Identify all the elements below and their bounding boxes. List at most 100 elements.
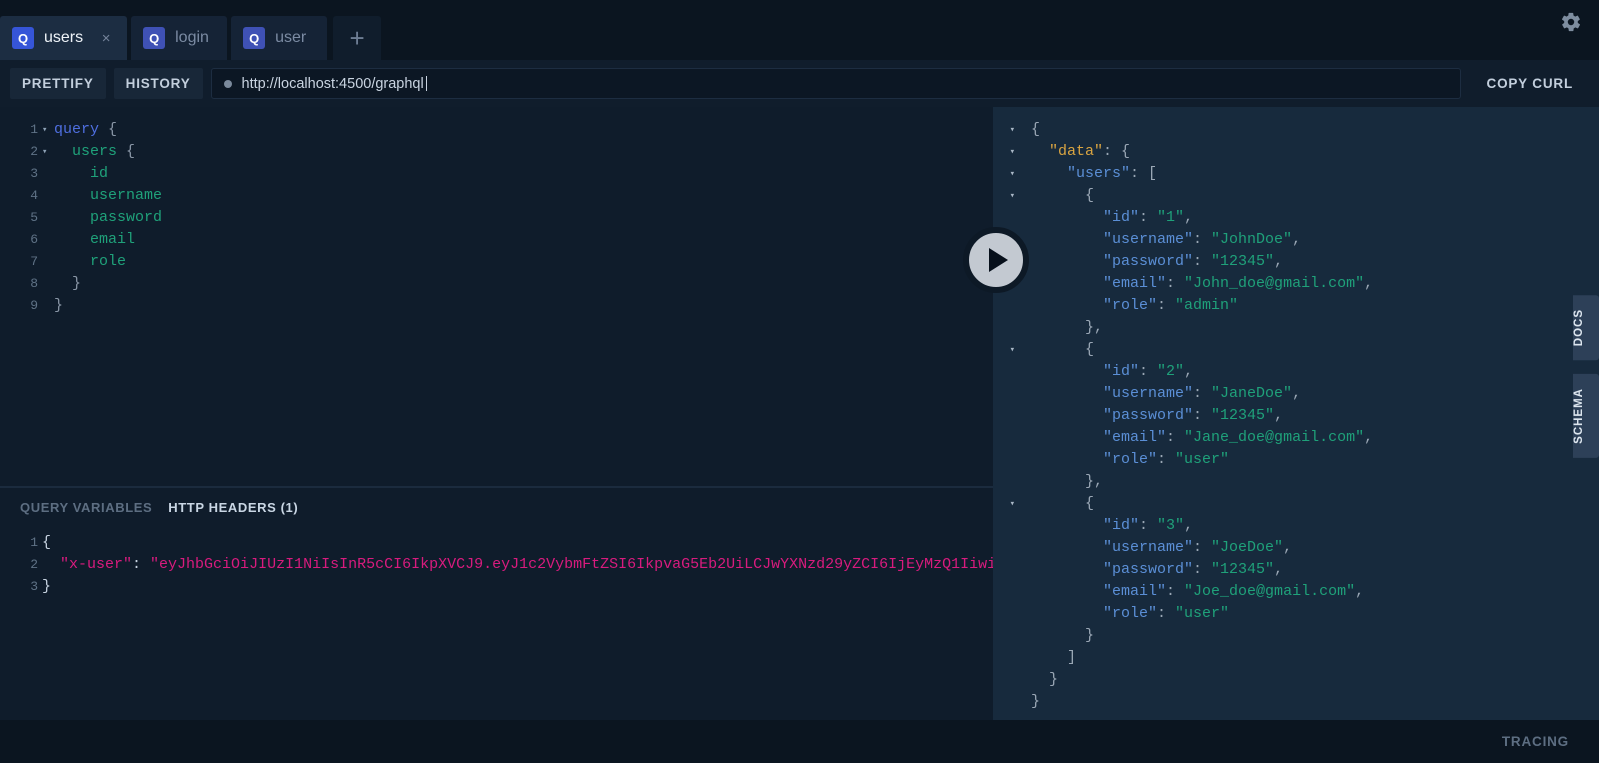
tracing-button[interactable]: TRACING [1502,734,1569,749]
token: : [1193,231,1212,248]
token: { [1031,121,1041,138]
tab-query-variables[interactable]: QUERY VARIABLES [20,500,152,515]
tab-label: login [175,29,209,46]
token: , [1355,583,1365,600]
line-number: 5 [30,210,38,225]
line-number: 3 [30,166,38,181]
token: : [132,556,151,573]
code-text: { [1023,493,1094,515]
token: id [90,165,109,182]
graphql-playground-window: Qusers × Qlogin Quser + PRETTIFY HISTORY ht… [0,0,1599,763]
fold-toggle-icon[interactable]: ▾ [993,339,1023,361]
query-editor[interactable]: 1 ▾ query {2 ▾ users {3 id 4 username 5 passw… [0,107,993,486]
code-line: "password": "12345", [993,251,1599,273]
token: "username" [1103,539,1194,556]
code-line: 2 "x-user": "eyJhbGciOiJIUzI1NiIsInR5cCI… [0,554,993,576]
new-tab-button[interactable]: + [333,16,382,60]
code-line: "id": "3", [993,515,1599,537]
side-tab-docs[interactable]: DOCS [1573,295,1599,361]
fold-toggle-icon[interactable]: ▾ [993,185,1023,207]
token: : [ [1130,165,1158,182]
endpoint-url-value: http://localhost:4500/graphql [241,75,424,92]
history-button[interactable]: HISTORY [113,68,203,99]
text-caret [425,76,427,91]
fold-toggle-icon[interactable]: ▾ [993,163,1023,185]
side-tab-schema[interactable]: SCHEMA [1573,374,1599,459]
token: , [1292,231,1302,248]
token: , [1292,385,1302,402]
token: "1" [1157,209,1185,226]
tab-user[interactable]: Quser [231,16,328,60]
tab-label: user [275,29,307,46]
code-line: ▾{ [993,119,1599,141]
token: { [1031,495,1095,512]
token: query [54,121,100,138]
token: "id" [1103,363,1140,380]
token: : [1193,561,1212,578]
close-icon[interactable]: × [99,31,113,46]
tab-http-headers[interactable]: HTTP HEADERS (1) [168,500,298,515]
code-line: } [993,691,1599,713]
copy-curl-button[interactable]: COPY CURL [1473,68,1587,99]
settings-gear-button[interactable] [1557,8,1585,36]
code-line: 9} [0,295,993,317]
fold-toggle-icon[interactable]: ▾ [42,141,54,163]
code-text: password [54,207,162,229]
token: "id" [1103,517,1140,534]
code-text: role [54,251,126,273]
code-line: "id": "1", [993,207,1599,229]
http-headers-code[interactable]: 1{2 "x-user": "eyJhbGciOiJIUzI1NiIsInR5c… [0,526,993,598]
token: "email" [1103,429,1167,446]
prettify-button[interactable]: PRETTIFY [10,68,106,99]
line-number: 2 [30,144,38,159]
code-line: "id": "2", [993,361,1599,383]
code-text: "email": "Joe_doe@gmail.com", [1023,581,1364,603]
token: "12345" [1211,407,1275,424]
token: "username" [1103,385,1194,402]
token: } [42,578,52,595]
code-text: query { [54,119,117,141]
code-text: "users": [ [1023,163,1157,185]
line-number: 1 [30,535,38,550]
token: : [1139,363,1158,380]
token: { [1031,341,1095,358]
fold-toggle-icon[interactable]: ▾ [993,119,1023,141]
code-line: "password": "12345", [993,405,1599,427]
fold-toggle-icon[interactable]: ▾ [42,119,54,141]
tab-label: users [44,29,84,46]
tab-users[interactable]: Qusers × [0,16,128,60]
token: : [1157,297,1176,314]
token: username [90,187,163,204]
code-line: 1 ▾ query { [0,119,993,141]
fold-toggle-icon[interactable]: ▾ [993,493,1023,515]
token: "role" [1103,605,1158,622]
token: "Joe_doe@gmail.com" [1184,583,1356,600]
token: : { [1103,143,1131,160]
token: , [1364,275,1374,292]
fold-toggle-icon[interactable]: ▾ [993,141,1023,163]
code-line: ▾ "users": [ [993,163,1599,185]
token: , [1184,363,1194,380]
execute-query-button[interactable] [963,227,1029,293]
token: "username" [1103,231,1194,248]
token: "eyJhbGciOiJIUzI1NiIsInR5cCI6IkpXVCJ9.ey… [150,556,993,573]
token: "x-user" [60,556,133,573]
code-line: "email": "Joe_doe@gmail.com", [993,581,1599,603]
code-line: 1{ [0,532,993,554]
variables-tabs: QUERY VARIABLES HTTP HEADERS (1) [0,488,993,526]
token: "user" [1175,605,1230,622]
tab-login[interactable]: Qlogin [131,16,228,60]
footer: TRACING [0,720,1599,763]
line-number: 6 [30,232,38,247]
token: { [42,534,52,551]
code-line: 4 username [0,185,993,207]
token: }, [1031,319,1104,336]
endpoint-url-input[interactable]: http://localhost:4500/graphql [210,68,1461,99]
